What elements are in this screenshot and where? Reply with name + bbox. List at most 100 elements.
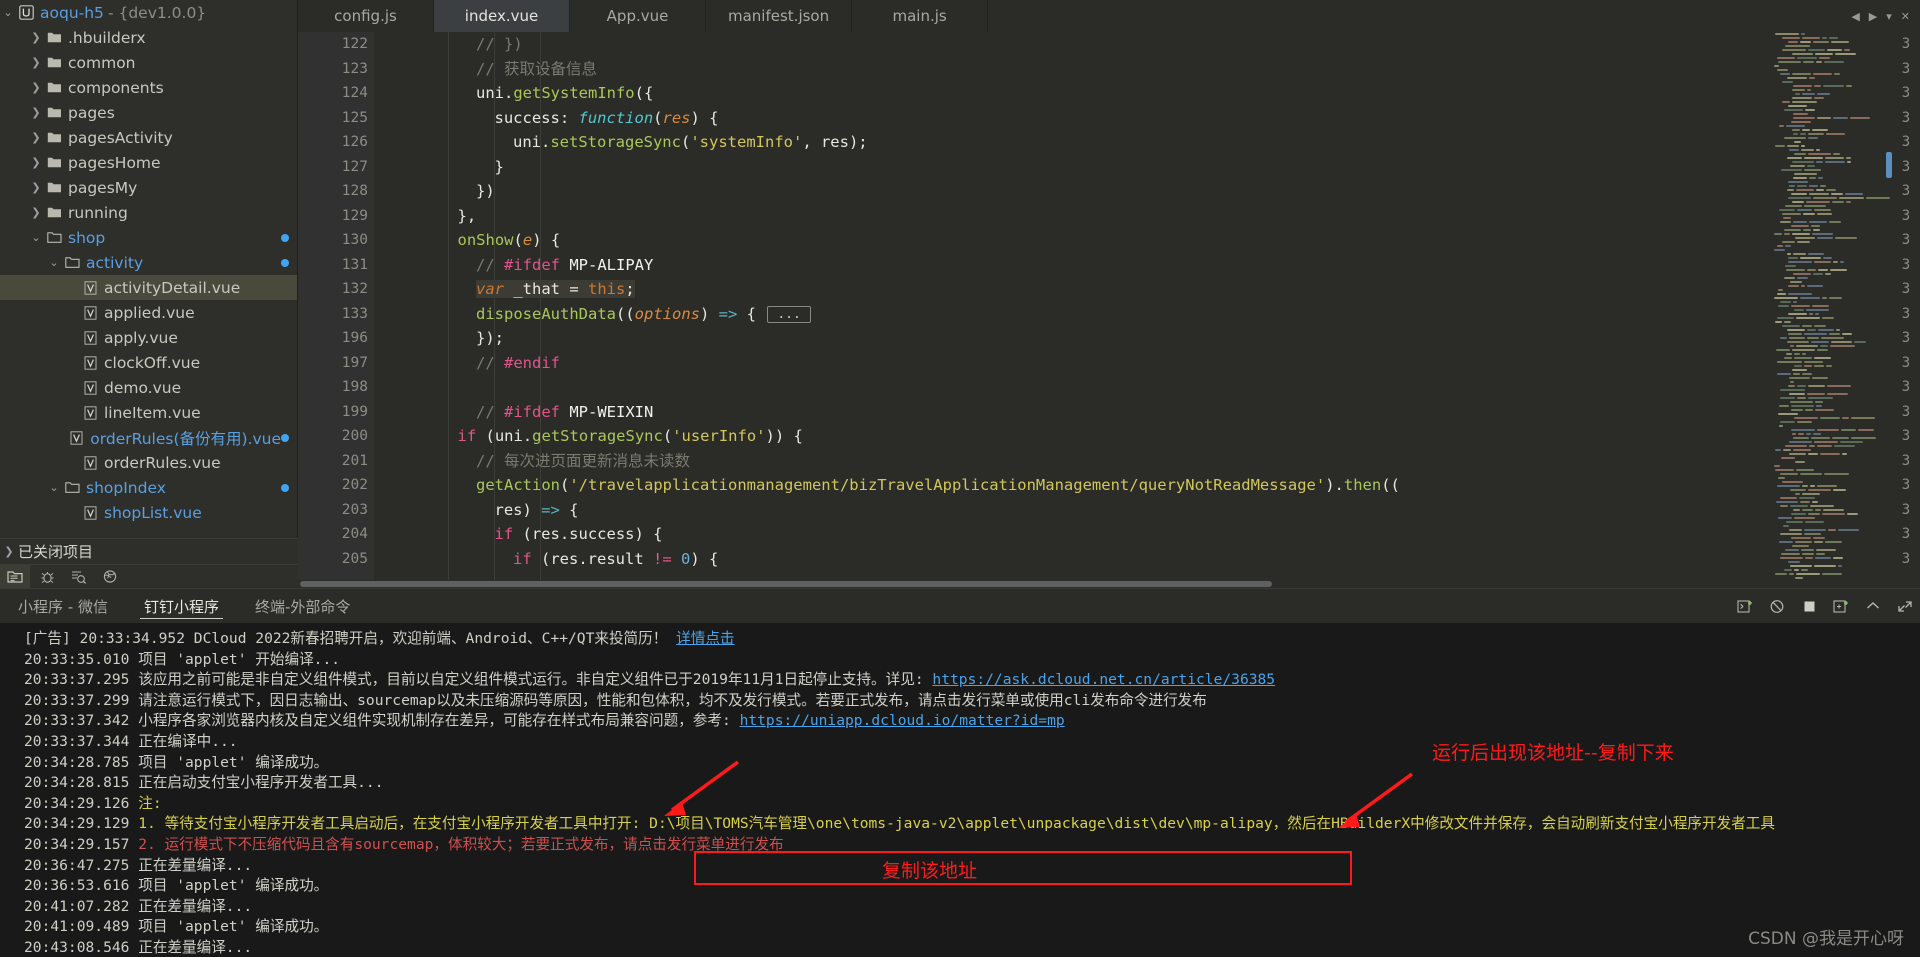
expand-panel-icon[interactable] (1896, 597, 1914, 615)
tab-list-icon[interactable]: ▾ (1886, 10, 1892, 23)
chevron-down-icon[interactable]: ⌄ (28, 232, 44, 243)
tree-item-clockoff.vue[interactable]: clockOff.vue (0, 350, 297, 375)
chevron-down-icon[interactable]: ⌄ (46, 482, 62, 493)
tree-item-demo.vue[interactable]: demo.vue (0, 375, 297, 400)
tree-item-pageshome[interactable]: ❯ pagesHome (0, 150, 297, 175)
chevron-right-icon[interactable]: ❯ (28, 157, 44, 168)
tree-item-lineitem.vue[interactable]: lineItem.vue (0, 400, 297, 425)
code-line[interactable]: success: function(res) { (402, 106, 1770, 131)
debug-icon[interactable] (32, 565, 62, 589)
tree-item-shopindex[interactable]: ⌄ shopIndex (0, 475, 297, 500)
editor-horizontal-scrollbar[interactable] (298, 580, 1920, 588)
tree-item-apply.vue[interactable]: apply.vue (0, 325, 297, 350)
scrollbar-thumb[interactable] (300, 581, 1272, 587)
console-toolbar[interactable] (1736, 589, 1914, 623)
project-explorer-sidebar[interactable]: ⌄ aoqu-h5 - {dev1.0.0} ❯ .hbuilderx ❯ common ❯… (0, 0, 298, 588)
code-line[interactable]: uni.getSystemInfo({ (402, 81, 1770, 106)
line-number: 127 (341, 158, 368, 175)
editor-tab-index-vue[interactable]: index.vue (434, 0, 570, 32)
clear-console-icon[interactable] (1768, 597, 1786, 615)
tree-item-pagesactivity[interactable]: ❯ pagesActivity (0, 125, 297, 150)
code-line[interactable]: if (uni.getStorageSync('userInfo')) { (402, 424, 1770, 449)
collapse-panel-icon[interactable] (1864, 597, 1882, 615)
code-line[interactable] (402, 375, 1770, 400)
tree-item-activity[interactable]: ⌄ activity (0, 250, 297, 275)
chevron-right-icon[interactable]: ❯ (28, 107, 44, 118)
log-link[interactable]: 详情点击 (676, 630, 734, 647)
chevron-down-icon[interactable]: ⌄ (0, 7, 16, 18)
console-tab[interactable]: 钉钉小程序 (126, 589, 237, 623)
search-icon[interactable] (64, 565, 94, 589)
code-line[interactable]: if (res.result != 0) { (402, 547, 1770, 572)
sidebar-toolbar[interactable] (0, 564, 298, 589)
chevron-right-icon[interactable]: ❯ (28, 57, 44, 68)
editor-tab-config-js[interactable]: config.js (298, 0, 434, 32)
project-manager-icon[interactable] (0, 564, 30, 589)
tree-item-orderrules-.vue[interactable]: orderRules(备份有用).vue (0, 425, 297, 450)
console-tab[interactable]: 终端-外部命令 (237, 589, 368, 623)
code-line[interactable]: }, (402, 204, 1770, 229)
code-content[interactable]: // })// 获取设备信息 uni.getSystemInfo({success… (402, 32, 1770, 588)
code-line[interactable]: // }) (402, 32, 1770, 57)
chevron-down-icon[interactable]: ⌄ (46, 257, 62, 268)
code-line[interactable]: }) (402, 179, 1770, 204)
minimap-token (1791, 225, 1809, 227)
code-line[interactable]: }); (402, 326, 1770, 351)
console-log-output[interactable]: [广告] 20:33:34.952 DCloud 2022新春招聘开启，欢迎前端… (0, 623, 1920, 957)
tree-item-shoplist.vue[interactable]: shopList.vue (0, 500, 297, 525)
minimap-token (1816, 189, 1824, 191)
code-line[interactable]: onShow(e) { (402, 228, 1770, 253)
code-line[interactable]: getAction('/travelapplicationmanagement/… (402, 473, 1770, 498)
editor-minimap[interactable] (1770, 32, 1892, 588)
closed-projects-row[interactable]: ❯ 已关闭项目 (0, 538, 298, 564)
log-link[interactable]: https://ask.dcloud.net.cn/article/36385 (932, 671, 1275, 688)
tab-prev-icon[interactable]: ◀ (1851, 10, 1859, 23)
editor-tab-manifest-json[interactable]: manifest.json (706, 0, 853, 32)
code-line[interactable]: // 获取设备信息 (402, 57, 1770, 82)
code-line[interactable]: uni.setStorageSync('systemInfo', res); (402, 130, 1770, 155)
tree-item-shop[interactable]: ⌄ shop (0, 225, 297, 250)
chevron-right-icon[interactable]: ❯ (28, 182, 44, 193)
project-root-row[interactable]: ⌄ aoqu-h5 - {dev1.0.0} (0, 0, 297, 25)
editor-tab-app-vue[interactable]: App.vue (570, 0, 706, 32)
tree-item-orderrules.vue[interactable]: orderRules.vue (0, 450, 297, 475)
chevron-right-icon[interactable]: ❯ (28, 82, 44, 93)
tabbar-nav-controls[interactable]: ◀ ▶ ▾ ✕ (1841, 0, 1920, 32)
chevron-right-icon[interactable]: ❯ (28, 32, 44, 43)
tree-item-running[interactable]: ❯ running (0, 200, 297, 225)
code-line[interactable]: disposeAuthData((options) => { ... (402, 302, 1770, 327)
editor-tabbar[interactable]: config.js index.vue App.vue manifest.json ma… (298, 0, 1920, 32)
chevron-right-icon[interactable]: ❯ (28, 132, 44, 143)
open-external-icon[interactable] (1832, 597, 1850, 615)
console-tab[interactable]: 小程序 - 微信 (0, 589, 126, 623)
code-line[interactable]: } (402, 155, 1770, 180)
tree-item-pages[interactable]: ❯ pages (0, 100, 297, 125)
extensions-icon[interactable] (96, 565, 126, 589)
stop-icon[interactable] (1800, 597, 1818, 615)
tab-close-icon[interactable]: ✕ (1901, 10, 1910, 23)
minimap-token (1813, 197, 1837, 199)
code-editor[interactable]: 122 123 124-125- 126 127 128 129 130-131- 132 133… (298, 32, 1920, 588)
tree-item-activitydetail.vue[interactable]: activityDetail.vue (0, 275, 297, 300)
console-tabbar[interactable]: 小程序 - 微信 钉钉小程序 终端-外部命令 (0, 589, 1920, 623)
code-line[interactable]: var _that = this; (402, 277, 1770, 302)
tree-item-.hbuilderx[interactable]: ❯ .hbuilderx (0, 25, 297, 50)
new-terminal-icon[interactable] (1736, 597, 1754, 615)
editor-tab-main-js[interactable]: main.js (852, 0, 989, 32)
tree-item-pagesmy[interactable]: ❯ pagesMy (0, 175, 297, 200)
code-line[interactable]: if (res.success) { (402, 522, 1770, 547)
console-panel[interactable]: 小程序 - 微信 钉钉小程序 终端-外部命令 [广告] 20:33:34.952… (0, 588, 1920, 957)
log-link[interactable]: https://uniapp.dcloud.io/matter?id=mp (740, 712, 1065, 729)
chevron-right-icon[interactable]: ❯ (28, 207, 44, 218)
code-line[interactable]: res) => { (402, 498, 1770, 523)
tree-item-common[interactable]: ❯ common (0, 50, 297, 75)
code-line[interactable]: // #endif (402, 351, 1770, 376)
code-line[interactable]: // #ifdef MP-ALIPAY (402, 253, 1770, 278)
tree-item-components[interactable]: ❯ components (0, 75, 297, 100)
minimap-token (1804, 361, 1823, 363)
code-line[interactable]: // #ifdef MP-WEIXIN (402, 400, 1770, 425)
code-line[interactable]: // 每次进页面更新消息未读数 (402, 449, 1770, 474)
minimap-token (1830, 345, 1855, 347)
tree-item-applied.vue[interactable]: applied.vue (0, 300, 297, 325)
tab-next-icon[interactable]: ▶ (1869, 10, 1877, 23)
